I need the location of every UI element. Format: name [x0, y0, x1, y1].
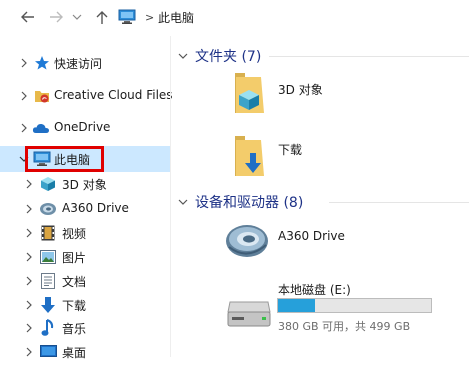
group-header-folders[interactable]: 文件夹 (7) — [174, 46, 469, 66]
divider — [269, 56, 469, 57]
cloud-icon — [32, 123, 49, 133]
nav-label: 文档 — [62, 275, 87, 289]
chevron-right-icon[interactable] — [23, 299, 35, 311]
arrow-right-icon — [50, 11, 63, 23]
arrow-left-icon — [21, 11, 34, 23]
computer-icon — [118, 9, 136, 24]
breadcrumb-separator: > — [145, 11, 155, 24]
star-icon — [35, 56, 49, 70]
nav-label: 桌面 — [62, 346, 87, 360]
document-icon — [41, 273, 55, 289]
breadcrumb-location[interactable]: 此电脑 — [158, 9, 194, 26]
cube-icon — [41, 177, 55, 191]
chevron-right-icon[interactable] — [18, 90, 30, 102]
nav-item-a360-drive[interactable]: A360 Drive — [0, 196, 170, 222]
nav-item-quick-access[interactable]: 快速访问 — [0, 50, 170, 76]
creative-cloud-folder-icon — [35, 91, 49, 103]
nav-item-music[interactable]: 音乐 — [0, 315, 170, 341]
chevron-right-icon[interactable] — [23, 251, 35, 263]
nav-label: 下载 — [62, 299, 87, 313]
chevron-right-icon[interactable] — [23, 322, 35, 334]
picture-icon — [40, 250, 56, 264]
nav-item-creative-cloud-files[interactable]: Creative Cloud Files — [0, 83, 173, 109]
nav-label: 3D 对象 — [62, 178, 107, 192]
nav-item-3d-objects[interactable]: 3D 对象 — [0, 171, 170, 197]
nav-label: 图片 — [62, 251, 87, 265]
chevron-right-icon[interactable] — [23, 203, 35, 215]
nav-label: 音乐 — [62, 322, 87, 336]
chevron-down-icon[interactable] — [177, 50, 189, 62]
item-label: 3D 对象 — [278, 83, 323, 97]
music-note-icon — [41, 319, 54, 336]
group-title: 设备和驱动器 (8) — [195, 195, 304, 211]
recent-locations-button[interactable] — [70, 6, 84, 28]
3d-objects-folder-icon — [235, 73, 264, 113]
item-label: 本地磁盘 (E:) — [278, 283, 351, 297]
nav-item-onedrive[interactable]: OneDrive — [0, 115, 170, 141]
chevron-right-icon[interactable] — [23, 346, 35, 358]
drive-usage-bar — [277, 298, 432, 313]
item-label: A360 Drive — [278, 229, 345, 243]
nav-label: 视频 — [62, 227, 87, 241]
nav-item-documents[interactable]: 文档 — [0, 268, 170, 294]
group-title: 文件夹 (7) — [195, 49, 262, 65]
arrow-up-icon — [96, 11, 108, 24]
up-button[interactable] — [92, 6, 112, 28]
drive-free-space: 380 GB 可用，共 499 GB — [278, 320, 411, 333]
film-icon — [41, 225, 55, 241]
chevron-right-icon[interactable] — [18, 57, 30, 69]
nav-item-videos[interactable]: 视频 — [0, 220, 170, 246]
nav-label: 快速访问 — [54, 57, 103, 71]
chevron-down-icon[interactable] — [177, 196, 189, 208]
a360-drive-icon — [40, 203, 56, 215]
chevron-right-icon[interactable] — [23, 275, 35, 287]
item-label: 下载 — [278, 143, 303, 157]
chevron-right-icon[interactable] — [23, 227, 35, 239]
divider — [329, 202, 469, 203]
pane-divider[interactable] — [170, 36, 171, 357]
nav-item-desktop[interactable]: 桌面 — [0, 339, 170, 365]
hard-drive-icon — [227, 301, 271, 327]
chevron-right-icon[interactable] — [23, 178, 35, 190]
chevron-down-icon — [72, 14, 82, 20]
nav-label: Creative Cloud Files — [54, 88, 173, 102]
back-button[interactable] — [18, 6, 38, 28]
highlight-annotation — [25, 146, 104, 172]
downloads-folder-icon — [235, 136, 264, 176]
nav-label: OneDrive — [54, 120, 111, 134]
download-arrow-icon — [41, 297, 55, 313]
nav-item-pictures[interactable]: 图片 — [0, 244, 170, 270]
a360-drive-icon — [226, 225, 268, 257]
chevron-right-icon[interactable] — [18, 122, 30, 134]
forward-button[interactable] — [46, 6, 66, 28]
nav-label: A360 Drive — [62, 201, 129, 215]
drive-usage-fill — [278, 299, 315, 312]
group-header-devices[interactable]: 设备和驱动器 (8) — [174, 192, 469, 212]
